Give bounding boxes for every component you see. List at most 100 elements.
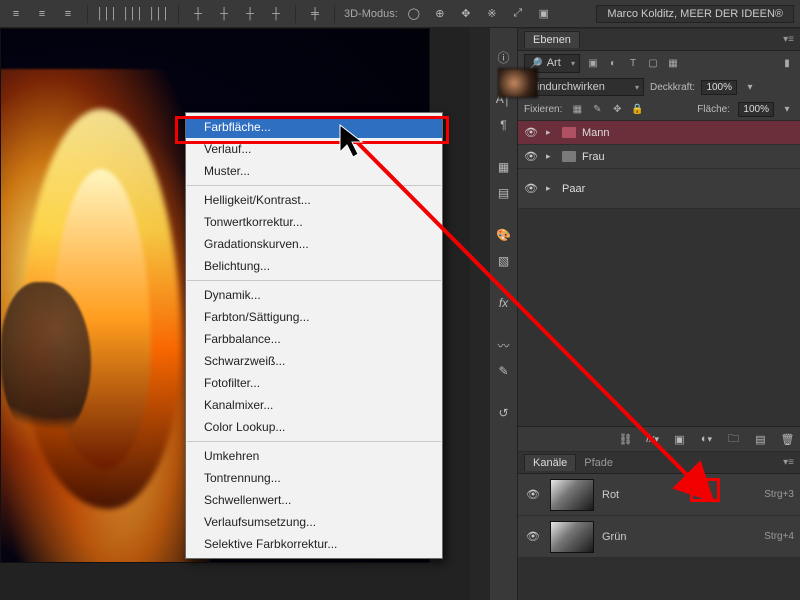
swatches-panel-icon[interactable]: ▦ [493, 156, 515, 178]
panel-menu-icon[interactable]: ▾≡ [783, 457, 794, 468]
channel-name: Grün [602, 531, 626, 543]
layer-name[interactable]: Paar [562, 183, 585, 195]
distribute-icon[interactable]: ┼ [188, 4, 208, 24]
layer-row[interactable]: 👁 ▸ Paar [518, 169, 800, 209]
layer-list: 👁 ▸ Mann 👁 ▸ Frau 👁 ▸ Paar [518, 121, 800, 209]
disclosure-icon[interactable]: ▸ [546, 151, 556, 162]
visibility-icon[interactable]: 👁 [522, 182, 540, 195]
lock-all-icon[interactable]: 🔒 [630, 103, 644, 117]
distribute-icon[interactable]: │││ [149, 4, 169, 24]
tab-channels[interactable]: Kanäle [524, 454, 576, 471]
layer-name[interactable]: Frau [582, 151, 605, 163]
filter-adjust-icon[interactable]: ◐ [606, 56, 620, 70]
styles-panel-icon[interactable]: ▤ [493, 182, 515, 204]
layers-panel: Ebenen ▾≡ 🔎Art▾ ▣ ◐ T ▢ ▦ ▮ Hindurchwirk… [518, 28, 800, 451]
layer-row[interactable]: 👁 ▸ Mann [518, 121, 800, 145]
menu-item[interactable]: Farbton/Sättigung... [186, 306, 442, 328]
filter-toggle-icon[interactable]: ▮ [780, 56, 794, 70]
channel-row[interactable]: 👁RotStrg+3 [518, 474, 800, 516]
layer-empty-area[interactable] [518, 209, 800, 427]
menu-item[interactable]: Color Lookup... [186, 416, 442, 438]
layers-bottom-bar: ⛓ fx▾ ▣ ◐▾ 🗀 ▤ 🗑 [518, 427, 800, 451]
menu-item[interactable]: Muster... [186, 160, 442, 182]
menu-item[interactable]: Belichtung... [186, 255, 442, 277]
pan-icon[interactable]: ⊕ [430, 4, 450, 24]
layer-row[interactable]: 👁 ▸ Frau [518, 145, 800, 169]
adjustment-layer-icon[interactable]: ◐▾ [698, 431, 715, 448]
align-icon[interactable]: ≡ [58, 4, 78, 24]
visibility-icon[interactable]: 👁 [522, 126, 540, 139]
menu-item[interactable]: Gradationskurven... [186, 233, 442, 255]
tab-paths[interactable]: Pfade [576, 455, 621, 471]
menu-item[interactable]: Selektive Farbkorrektur... [186, 533, 442, 555]
menu-item[interactable]: Schwellenwert... [186, 489, 442, 511]
menu-item[interactable]: Tonwertkorrektur... [186, 211, 442, 233]
disclosure-icon[interactable]: ▸ [546, 127, 556, 138]
menu-item[interactable]: Farbbalance... [186, 328, 442, 350]
fill-value[interactable]: 100% [738, 102, 774, 117]
fill-slider-icon[interactable]: ▾ [780, 103, 794, 117]
info-panel-icon[interactable]: ⓘ [493, 46, 515, 68]
distribute-icon[interactable]: ┼ [266, 4, 286, 24]
menu-item[interactable]: Umkehren [186, 445, 442, 467]
link-layers-icon[interactable]: ⛓ [617, 431, 634, 448]
history-panel-icon[interactable]: ↺ [493, 402, 515, 424]
panel-tabrow: Ebenen ▾≡ [518, 29, 800, 51]
panel-icon[interactable]: ▧ [493, 250, 515, 272]
scale-icon[interactable]: ⤢ [508, 4, 528, 24]
menu-item[interactable]: Farbfläche... [186, 116, 442, 138]
axis-icon[interactable]: ※ [482, 4, 502, 24]
camera-icon[interactable]: ▣ [534, 4, 554, 24]
layer-mask-icon[interactable]: ▣ [671, 431, 688, 448]
layer-thumbnail[interactable] [498, 68, 538, 98]
blend-mode-dropdown[interactable]: Hindurchwirken▾ [524, 78, 644, 96]
new-layer-icon[interactable]: ▤ [752, 431, 769, 448]
mode-label: 3D-Modus: [344, 8, 398, 20]
folder-icon [562, 151, 576, 162]
filter-type-icon[interactable]: T [626, 56, 640, 70]
align-icon[interactable]: ≡ [6, 4, 26, 24]
distribute-icon[interactable]: │││ [97, 4, 117, 24]
channel-row[interactable]: 👁GrünStrg+4 [518, 516, 800, 558]
auto-align-icon[interactable]: ╪ [305, 4, 325, 24]
filter-image-icon[interactable]: ▣ [586, 56, 600, 70]
menu-item[interactable]: Tontrennung... [186, 467, 442, 489]
menu-item[interactable]: Helligkeit/Kontrast... [186, 189, 442, 211]
panel-menu-icon[interactable]: ▾≡ [783, 34, 794, 45]
filter-shape-icon[interactable]: ▢ [646, 56, 660, 70]
menu-item[interactable]: Fotofilter... [186, 372, 442, 394]
visibility-icon[interactable]: 👁 [522, 150, 540, 163]
lock-pixels-icon[interactable]: ▦ [570, 103, 584, 117]
disclosure-icon[interactable]: ▸ [546, 183, 556, 194]
visibility-icon[interactable]: 👁 [524, 530, 542, 543]
menu-item[interactable]: Kanalmixer... [186, 394, 442, 416]
menu-item[interactable]: Schwarzweiß... [186, 350, 442, 372]
cloud-login[interactable]: Marco Kolditz, MEER DER IDEEN® [596, 5, 794, 23]
distribute-icon[interactable]: │││ [123, 4, 143, 24]
menu-item[interactable]: Verlauf... [186, 138, 442, 160]
layer-fx-icon[interactable]: fx▾ [644, 431, 661, 448]
distribute-icon[interactable]: ┼ [214, 4, 234, 24]
lock-brush-icon[interactable]: ✎ [590, 103, 604, 117]
lock-position-icon[interactable]: ✥ [610, 103, 624, 117]
move-icon[interactable]: ✥ [456, 4, 476, 24]
layer-name[interactable]: Mann [582, 127, 610, 139]
orbit-icon[interactable]: ◯ [404, 4, 424, 24]
fx-panel-icon[interactable]: fx [493, 292, 515, 314]
opacity-value[interactable]: 100% [701, 80, 737, 95]
brush-panel-icon[interactable]: 〰 [493, 334, 515, 356]
delete-layer-icon[interactable]: 🗑 [779, 431, 796, 448]
menu-item[interactable]: Verlaufsumsetzung... [186, 511, 442, 533]
layer-group-icon[interactable]: 🗀 [725, 431, 742, 448]
collapsed-panel-strip: ⓘ A│ ¶ ▦ ▤ 🎨 ▧ fx 〰 ✎ ↺ [490, 28, 518, 600]
tab-layers[interactable]: Ebenen [524, 31, 580, 48]
align-icon[interactable]: ≡ [32, 4, 52, 24]
distribute-icon[interactable]: ┼ [240, 4, 260, 24]
opacity-slider-icon[interactable]: ▾ [743, 80, 757, 94]
menu-item[interactable]: Dynamik... [186, 284, 442, 306]
paragraph-panel-icon[interactable]: ¶ [493, 114, 515, 136]
brushpresets-panel-icon[interactable]: ✎ [493, 360, 515, 382]
visibility-icon[interactable]: 👁 [524, 488, 542, 501]
filter-smart-icon[interactable]: ▦ [666, 56, 680, 70]
color-panel-icon[interactable]: 🎨 [493, 224, 515, 246]
